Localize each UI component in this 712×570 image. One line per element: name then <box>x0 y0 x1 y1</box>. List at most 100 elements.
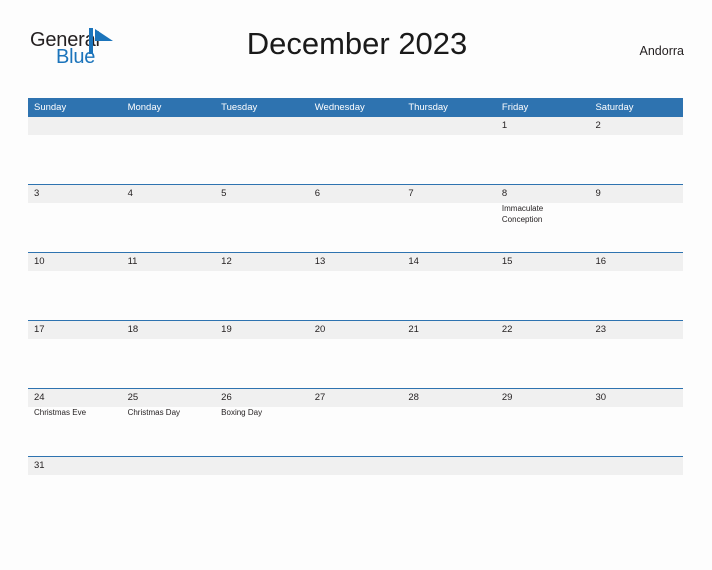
day-cell-28[interactable]: 28 <box>402 389 496 456</box>
day-cell-12[interactable]: 12 <box>215 253 309 320</box>
day-number: 27 <box>314 392 326 403</box>
page-header: General Blue December 2023 Andorra <box>30 20 684 78</box>
day-number: 6 <box>314 188 321 199</box>
week-body: 24 Christmas Eve 25 Christmas Day 26 Boxing D… <box>28 389 683 456</box>
week-body: 12 <box>28 117 683 184</box>
day-number <box>128 117 211 135</box>
day-cell-empty <box>589 457 683 475</box>
week-body: 31 <box>28 457 683 475</box>
day-cell-empty <box>122 117 216 184</box>
day-cell-empty <box>122 457 216 475</box>
day-number: 2 <box>595 120 601 131</box>
day-cell-21[interactable]: 21 <box>402 321 496 388</box>
day-cell-empty <box>28 117 122 184</box>
day-number <box>502 457 585 475</box>
day-number: 31 <box>34 460 45 471</box>
day-cell-17[interactable]: 17 <box>28 321 122 388</box>
day-cell-5[interactable]: 5 <box>215 185 309 252</box>
day-number <box>315 457 398 475</box>
day-cell-6[interactable]: 6 <box>309 185 403 252</box>
day-cell-1[interactable]: 1 <box>496 117 590 184</box>
day-number: 19 <box>221 324 232 335</box>
day-cell-30[interactable]: 30 <box>589 389 683 456</box>
day-number: 7 <box>408 188 414 199</box>
day-cell-3[interactable]: 3 <box>28 185 122 252</box>
day-cell-13[interactable]: 13 <box>309 253 403 320</box>
calendar-week-row: 12 <box>28 117 683 184</box>
day-events: Boxing Day <box>221 408 304 419</box>
day-number: 3 <box>34 188 40 199</box>
day-cell-20[interactable]: 20 <box>309 321 403 388</box>
day-cell-26[interactable]: 26 Boxing Day <box>215 389 309 456</box>
day-cell-empty <box>402 117 496 184</box>
calendar-week-row: 3 4 5 6 7 8 Immaculate Conception 9 <box>28 184 683 252</box>
day-cell-4[interactable]: 4 <box>122 185 216 252</box>
day-cell-2[interactable]: 2 <box>589 117 683 184</box>
day-number: 24 <box>34 392 45 403</box>
weekday-header-wednesday: Wednesday <box>314 102 365 113</box>
weekday-header-thursday: Thursday <box>408 102 448 113</box>
week-body: 17 18 19 20 21 22 23 <box>28 321 683 388</box>
day-cell-empty <box>215 117 309 184</box>
day-cell-7[interactable]: 7 <box>402 185 496 252</box>
day-number <box>408 457 491 475</box>
day-number: 23 <box>595 324 607 335</box>
weekday-header-row: Sunday Monday Tuesday Wednesday Thursday Frid… <box>28 98 683 117</box>
day-number: 17 <box>34 324 45 335</box>
day-cell-24[interactable]: 24 Christmas Eve <box>28 389 122 456</box>
day-number: 11 <box>127 256 138 267</box>
day-number: 4 <box>127 188 133 199</box>
day-number: 18 <box>127 324 139 335</box>
day-events: Immaculate Conception <box>502 204 585 225</box>
day-number <box>34 117 117 135</box>
day-cell-23[interactable]: 23 <box>589 321 683 388</box>
page-title: December 2023 <box>246 26 468 61</box>
day-cell-18[interactable]: 18 <box>122 321 216 388</box>
day-cell-31[interactable]: 31 <box>28 457 122 475</box>
day-cell-16[interactable]: 16 <box>589 253 683 320</box>
day-number: 15 <box>501 256 513 267</box>
day-cell-9[interactable]: 9 <box>589 185 683 252</box>
calendar-weeks: 1 2 3 4 5 6 7 8 Immaculate Conception 9 10 11 12 13 14… <box>28 117 683 475</box>
calendar-week-row: 31 <box>28 456 683 475</box>
day-number: 29 <box>501 392 513 403</box>
day-number <box>221 457 304 475</box>
day-cell-29[interactable]: 29 <box>496 389 590 456</box>
week-body: 3 4 5 6 7 8 Immaculate Conception 9 <box>28 185 683 252</box>
day-number: 10 <box>34 256 45 267</box>
holiday-label: Christmas Eve <box>34 408 87 417</box>
day-events: Christmas Eve <box>34 408 117 419</box>
day-number: 12 <box>221 256 232 267</box>
day-cell-15[interactable]: 15 <box>496 253 590 320</box>
day-cell-19[interactable]: 19 <box>215 321 309 388</box>
day-number: 28 <box>408 392 419 403</box>
weekday-header-saturday: Saturday <box>595 102 634 113</box>
day-cell-14[interactable]: 14 <box>402 253 496 320</box>
holiday-label: Immaculate Conception <box>501 204 544 224</box>
day-number <box>595 457 678 475</box>
region-label: Andorra <box>639 44 684 58</box>
weekday-header-tuesday: Tuesday <box>221 102 258 113</box>
day-number: 26 <box>221 392 232 403</box>
weekday-header-friday: Friday <box>501 102 529 113</box>
day-cell-25[interactable]: 25 Christmas Day <box>122 389 216 456</box>
day-number <box>221 117 304 135</box>
day-number: 20 <box>314 324 326 335</box>
day-cell-11[interactable]: 11 <box>122 253 216 320</box>
day-number: 14 <box>408 256 419 267</box>
day-number: 8 <box>501 188 508 199</box>
holiday-label: Christmas Day <box>127 408 181 417</box>
day-number: 25 <box>127 392 139 403</box>
day-cell-22[interactable]: 22 <box>496 321 590 388</box>
week-body: 10 11 12 13 14 15 16 <box>28 253 683 320</box>
day-cell-10[interactable]: 10 <box>28 253 122 320</box>
day-cell-empty <box>402 457 496 475</box>
day-cell-8[interactable]: 8 Immaculate Conception <box>496 185 590 252</box>
day-cell-27[interactable]: 27 <box>309 389 403 456</box>
calendar-week-row: 17 18 19 20 21 22 23 <box>28 320 683 388</box>
weekday-header-monday: Monday <box>127 102 162 113</box>
calendar-week-row: 10 11 12 13 14 15 16 <box>28 252 683 320</box>
day-number: 13 <box>314 256 326 267</box>
day-cell-empty <box>215 457 309 475</box>
day-cell-empty <box>309 117 403 184</box>
